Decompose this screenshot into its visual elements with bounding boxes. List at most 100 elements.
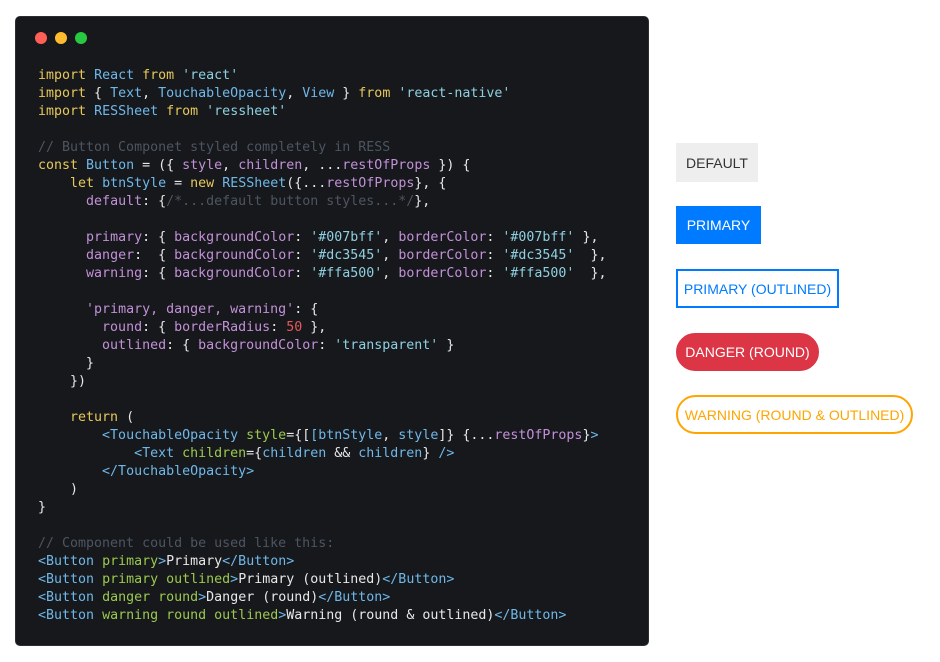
code-token: restOfProps	[342, 158, 431, 173]
code-token: <Text	[134, 446, 175, 461]
code-token: round	[166, 608, 207, 623]
code-token: : {	[134, 248, 175, 263]
code-token: :	[294, 230, 311, 245]
code-token: &&	[326, 446, 359, 461]
code-line: const Button = ({ style, children, ...re…	[38, 157, 640, 175]
minimize-dot[interactable]	[55, 32, 67, 44]
code-token: // Button Componet styled completely in …	[38, 140, 391, 155]
default-button[interactable]: DEFAULT	[676, 143, 758, 182]
code-token: borderColor	[398, 230, 487, 245]
code-token: ,	[222, 158, 239, 173]
code-token: </Button>	[382, 572, 455, 587]
code-line: <Button warning round outlined>Warning (…	[38, 607, 640, 625]
code-token: {	[86, 86, 111, 101]
code-line: warning: { backgroundColor: '#ffa500', b…	[38, 265, 640, 283]
code-line: <Button primary>Primary</Button>	[38, 553, 640, 571]
code-block: import React from 'react' import { Text, …	[38, 67, 640, 625]
code-token: warning	[102, 608, 159, 623]
code-token: 'react-native'	[398, 86, 511, 101]
code-editor-window: import React from 'react' import { Text, …	[15, 16, 649, 646]
code-token: : {	[166, 338, 199, 353]
code-token: <Button	[38, 608, 95, 623]
code-token: },	[574, 230, 599, 245]
code-token: '#dc3545'	[310, 248, 383, 263]
code-token: new	[190, 176, 215, 191]
code-token: warning	[86, 266, 143, 281]
code-token: danger	[86, 248, 135, 263]
danger-round-button-label: DANGER (ROUND)	[685, 344, 810, 360]
code-line: primary: { backgroundColor: '#007bff', b…	[38, 229, 640, 247]
default-button-label: DEFAULT	[686, 154, 748, 171]
primary-outlined-button[interactable]: PRIMARY (OUTLINED)	[676, 269, 839, 308]
maximize-dot[interactable]	[75, 32, 87, 44]
code-token: const	[38, 158, 79, 173]
code-token: import	[38, 68, 87, 83]
code-token: },	[414, 194, 431, 209]
code-token: },	[302, 320, 327, 335]
code-token: <TouchableOpacity	[102, 428, 239, 443]
code-token: :	[294, 248, 311, 263]
code-token: }	[438, 338, 455, 353]
code-line: round: { borderRadius: 50 },	[38, 319, 640, 337]
code-token: :	[318, 338, 335, 353]
code-token: 'primary, danger, warning'	[86, 302, 295, 317]
code-token: >	[158, 554, 167, 569]
code-line: default: {/*...default button styles...*…	[38, 193, 640, 211]
code-line: let btnStyle = new RESSheet({...restOfPr…	[38, 175, 640, 193]
code-token: </Button>	[494, 608, 567, 623]
code-line: }	[38, 355, 640, 373]
warning-round-outlined-button[interactable]: WARNING (ROUND & OUTLINED)	[676, 395, 913, 434]
code-token: : {	[142, 194, 167, 209]
code-token: , ...	[302, 158, 343, 173]
code-token: children	[262, 446, 327, 461]
code-token: ({...	[286, 176, 327, 191]
primary-button-label: PRIMARY	[686, 217, 751, 233]
code-token: let	[70, 176, 95, 191]
code-token: primary	[102, 554, 159, 569]
primary-button[interactable]: PRIMARY	[676, 206, 761, 244]
code-token: <Button	[38, 590, 95, 605]
code-token: =	[166, 176, 191, 191]
code-line: import { Text, TouchableOpacity, View } …	[38, 85, 640, 103]
code-token: ={[	[286, 428, 311, 443]
code-token: :	[486, 230, 503, 245]
code-token: style	[398, 428, 439, 443]
code-token: Danger (round)	[206, 590, 319, 605]
code-token: </Button>	[222, 554, 295, 569]
close-dot[interactable]	[35, 32, 47, 44]
code-token: borderColor	[398, 248, 487, 263]
code-line: // Button Componet styled completely in …	[38, 139, 640, 157]
primary-outlined-button-label: PRIMARY (OUTLINED)	[683, 280, 832, 297]
code-token: '#007bff'	[310, 230, 383, 245]
code-token: RESSheet	[222, 176, 287, 191]
code-token: :	[486, 248, 503, 263]
danger-round-button[interactable]: DANGER (ROUND)	[676, 333, 819, 371]
code-token: backgroundColor	[174, 230, 295, 245]
code-token: ]} {...	[438, 428, 495, 443]
code-token: </Button>	[318, 590, 391, 605]
code-token: primary	[102, 572, 159, 587]
warning-round-outlined-button-label: WARNING (ROUND & OUTLINED)	[684, 406, 905, 423]
code-line: }	[38, 499, 640, 517]
code-line: danger: { backgroundColor: '#dc3545', bo…	[38, 247, 640, 265]
